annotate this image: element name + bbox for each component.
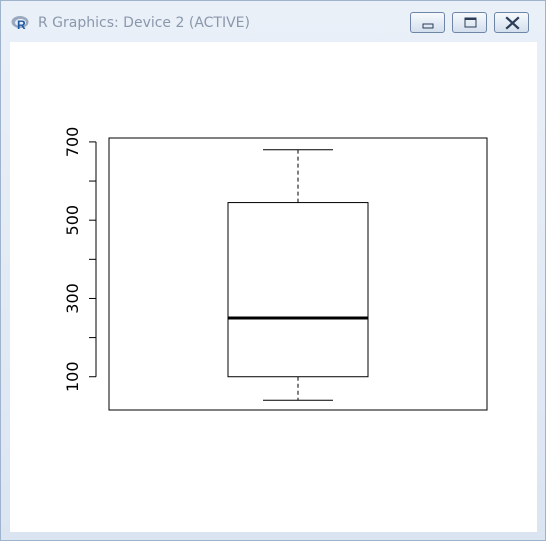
plot-device-area: 100 300 500 700 <box>10 42 537 532</box>
minimize-icon <box>422 23 434 29</box>
y-tick-label: 500 <box>63 205 82 236</box>
window-title: R Graphics: Device 2 (ACTIVE) <box>38 15 250 31</box>
close-icon <box>505 16 520 30</box>
y-tick-label: 300 <box>63 283 82 314</box>
restore-icon <box>464 17 477 28</box>
y-tick-label: 100 <box>63 361 82 392</box>
close-button[interactable] <box>494 12 529 33</box>
r-logo-icon: R <box>11 15 31 32</box>
minimize-button[interactable] <box>410 12 445 33</box>
box-iqr <box>227 202 369 378</box>
y-tick-label: 700 <box>63 127 82 158</box>
title-bar[interactable]: R R Graphics: Device 2 (ACTIVE) <box>1 1 545 42</box>
restore-button[interactable] <box>452 12 487 33</box>
boxplot-chart: 100 300 500 700 <box>63 127 488 411</box>
r-graphics-window: R R Graphics: Device 2 (ACTIVE) 100 300 50… <box>0 0 546 541</box>
svg-text:R: R <box>17 18 26 31</box>
